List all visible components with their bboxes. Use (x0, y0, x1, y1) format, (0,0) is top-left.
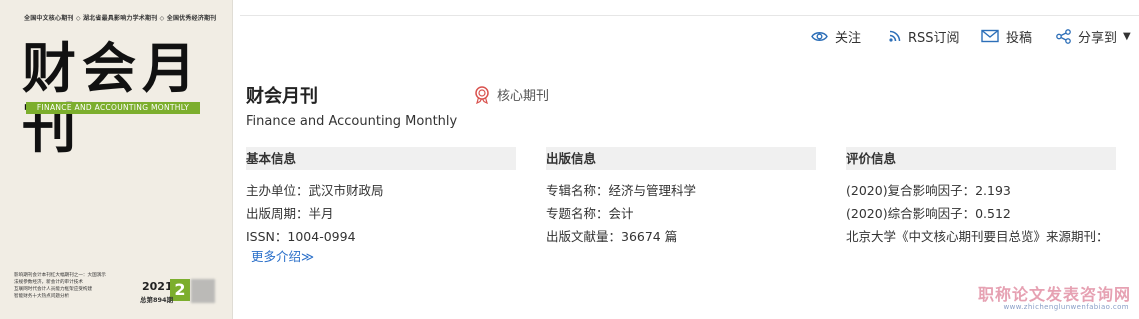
publish-info-heading: 出版信息 (546, 147, 816, 170)
rss-subscribe-button[interactable]: RSS订阅 (889, 25, 960, 47)
cover-text-lines: 影响期刊会计本刊红大幅期刊之一：大国演示 法规参数经济，新会计的审计技术 互联网… (14, 272, 124, 300)
cover-line: 法规参数经济，新会计的审计技术 (14, 280, 83, 285)
evaluation-info-heading-text: 评价信息 (846, 151, 897, 166)
share-dropdown[interactable]: 分享到 ▼ (1056, 25, 1131, 47)
envelope-icon (981, 29, 999, 43)
evaluation-info-heading: 评价信息 (846, 147, 1116, 170)
cover-blurred-area (191, 279, 215, 303)
rss-label: RSS订阅 (908, 30, 960, 46)
basic-info-heading: 基本信息 (246, 147, 516, 170)
rss-icon (889, 30, 901, 42)
cover-line: 智能财务十大热点问题分析 (14, 294, 70, 299)
publish-info-heading-text: 出版信息 (546, 151, 597, 166)
comprehensive-impact-factor: (2020)综合影响因子：0.512 (846, 206, 1011, 221)
award-icon (475, 85, 489, 104)
caret-down-icon: ▼ (1123, 30, 1131, 42)
cover-title: 财会月刊 (22, 36, 202, 160)
watermark-chinese: 职称论文发表咨询网 (977, 285, 1131, 304)
cover-line: 影响期刊会计本刊红大幅期刊之一：大国演示 (14, 273, 106, 278)
collection-name: 专辑名称：经济与管理科学 (546, 183, 697, 198)
pku-core-source: 北京大学《中文核心期刊要目总览》来源期刊： (846, 229, 1109, 244)
more-intro-link[interactable]: 更多介绍≫ (251, 246, 314, 265)
watermark-url: www.zhichenglunwenfabiao.com (1003, 303, 1129, 311)
submit-button[interactable]: 投稿 (981, 25, 1032, 47)
core-journal-label: 核心期刊 (497, 89, 550, 104)
composite-impact-factor: (2020)复合影响因子：2.193 (846, 183, 1011, 198)
issn: ISSN：1004-0994 (246, 229, 356, 244)
cover-line: 互联网时代会计人员能力框架应受构建 (14, 287, 93, 292)
cover-english-band: FINANCE AND ACCOUNTING MONTHLY (26, 102, 200, 114)
publication-count: 出版文献量：36674 篇 (546, 229, 678, 244)
share-label: 分享到 (1078, 30, 1118, 46)
basic-info-heading-text: 基本信息 (246, 151, 297, 166)
topic-name: 专题名称：会计 (546, 206, 634, 221)
share-icon (1056, 28, 1071, 44)
publish-cycle: 出版周期：半月 (246, 206, 334, 221)
follow-button[interactable]: 关注 (811, 25, 861, 47)
follow-label: 关注 (835, 30, 862, 46)
core-journal-badge: 核心期刊 (474, 85, 549, 104)
submit-label: 投稿 (1006, 30, 1033, 46)
journal-english-title: Finance and Accounting Monthly (246, 114, 458, 129)
cover-top-line: 全国中文核心期刊 ◇ 湖北省最具影响力学术期刊 ◇ 全国优秀经济期刊 (24, 15, 217, 22)
top-divider (240, 15, 1139, 16)
host-unit: 主办单位：武汉市财政局 (246, 183, 384, 198)
journal-title: 财会月刊 (246, 86, 318, 107)
eye-icon (811, 31, 828, 41)
journal-cover: 全国中文核心期刊 ◇ 湖北省最具影响力学术期刊 ◇ 全国优秀经济期刊 财会月刊 … (0, 0, 233, 319)
cover-year: 2021 (142, 280, 173, 293)
cover-total-issue: 总第894期 (140, 296, 174, 304)
